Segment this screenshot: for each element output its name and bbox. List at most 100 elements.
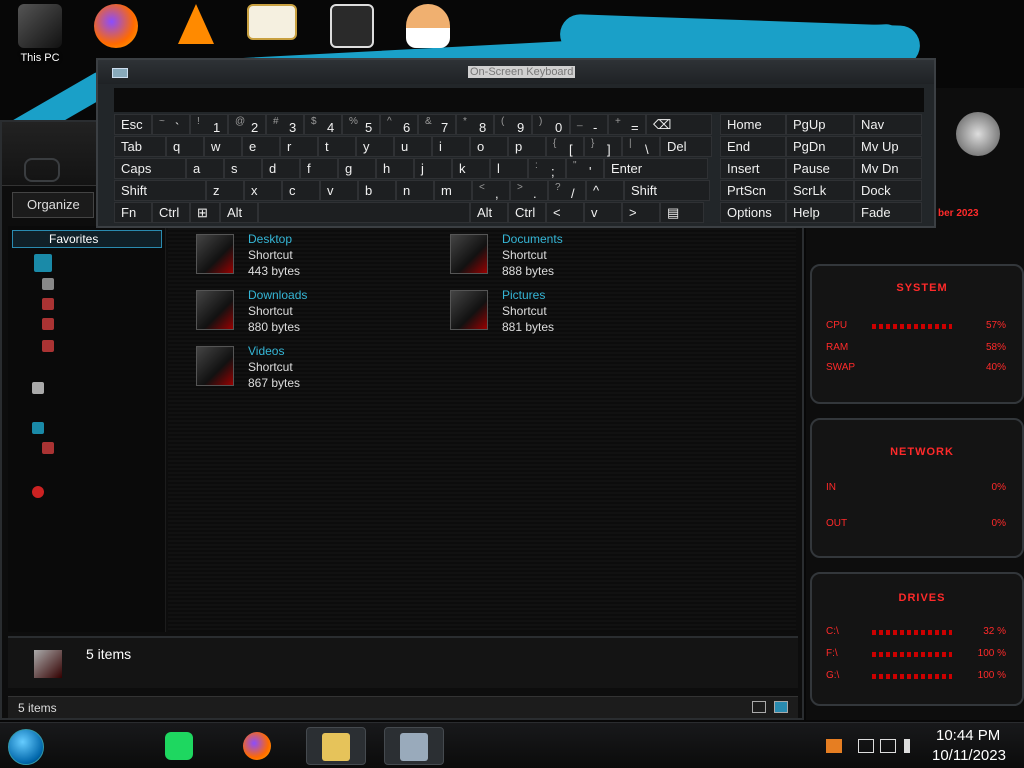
- key-prtscn[interactable]: PrtScn: [720, 180, 786, 201]
- nav-item-icon[interactable]: [34, 254, 52, 272]
- key-mv-up[interactable]: Mv Up: [854, 136, 922, 157]
- key--[interactable]: _ -: [570, 114, 608, 135]
- key-2[interactable]: @2: [228, 114, 266, 135]
- system-gadget[interactable]: SYSTEM CPU 57% RAM 58% SWAP 40%: [810, 264, 1024, 404]
- key-q[interactable]: q: [166, 136, 204, 157]
- key-⊞[interactable]: ⊞: [190, 202, 220, 223]
- nav-item-icon[interactable]: [32, 422, 44, 434]
- key-h[interactable]: h: [376, 158, 414, 179]
- key-pause[interactable]: Pause: [786, 158, 854, 179]
- key-p[interactable]: p: [508, 136, 546, 157]
- key-0[interactable]: ) 0: [532, 114, 570, 135]
- key-[[interactable]: {[: [546, 136, 584, 157]
- key-/[interactable]: ? /: [548, 180, 586, 201]
- desktop-icon-user[interactable]: [398, 4, 458, 48]
- key-fade[interactable]: Fade: [854, 202, 922, 223]
- clock-time[interactable]: 10:44 PM: [936, 727, 1000, 744]
- file-item-downloads[interactable]: Downloads Shortcut 880 bytes: [196, 288, 416, 338]
- nav-item-icon[interactable]: [42, 318, 54, 330]
- key-j[interactable]: j: [414, 158, 452, 179]
- start-button[interactable]: [8, 729, 44, 765]
- key-i[interactable]: i: [432, 136, 470, 157]
- key-Shift[interactable]: Shift: [624, 180, 710, 201]
- key-Ctrl[interactable]: Ctrl: [508, 202, 546, 223]
- key-s[interactable]: s: [224, 158, 262, 179]
- key-dock[interactable]: Dock: [854, 180, 922, 201]
- key-⌫[interactable]: ⌫: [646, 114, 712, 135]
- key-6[interactable]: ^ 6: [380, 114, 418, 135]
- key-k[interactable]: k: [452, 158, 490, 179]
- tray-app-icon[interactable]: [826, 739, 842, 753]
- desktop-icon-vlc[interactable]: [166, 4, 226, 44]
- key-Caps[interactable]: Caps: [114, 158, 186, 179]
- file-item-documents[interactable]: Documents Shortcut 888 bytes: [450, 232, 670, 282]
- desktop-icon-this-pc[interactable]: This PC: [10, 4, 70, 64]
- key-Tab[interactable]: Tab: [114, 136, 166, 157]
- key-g[interactable]: g: [338, 158, 376, 179]
- key-=[interactable]: + =: [608, 114, 646, 135]
- key-w[interactable]: w: [204, 136, 242, 157]
- taskbar-osk[interactable]: [384, 727, 444, 765]
- nav-item-icon[interactable]: [42, 442, 54, 454]
- key-mv-dn[interactable]: Mv Dn: [854, 158, 922, 179]
- key-8[interactable]: * 8: [456, 114, 494, 135]
- key-4[interactable]: $4: [304, 114, 342, 135]
- key-1[interactable]: ! 1: [190, 114, 228, 135]
- key-t[interactable]: t: [318, 136, 356, 157]
- desktop-icon-hxd[interactable]: [242, 4, 302, 40]
- key-options[interactable]: Options: [720, 202, 786, 223]
- key-3[interactable]: #3: [266, 114, 304, 135]
- nav-item-icon[interactable]: [32, 486, 44, 498]
- key-;[interactable]: :;: [528, 158, 566, 179]
- key-home[interactable]: Home: [720, 114, 786, 135]
- key-<[interactable]: <: [546, 202, 584, 223]
- key-Del[interactable]: Del: [660, 136, 712, 157]
- network-icon[interactable]: [880, 739, 896, 753]
- desktop-icon-app[interactable]: [322, 4, 382, 48]
- action-center-flag-icon[interactable]: [858, 739, 874, 753]
- key-5[interactable]: % 5: [342, 114, 380, 135]
- details-view-icon[interactable]: [752, 701, 766, 713]
- drives-gadget[interactable]: DRIVES C:\ 32 % F:\ 100 % G:\ 100 %: [810, 572, 1024, 706]
- nav-item-icon[interactable]: [42, 298, 54, 310]
- key-e[interactable]: e: [242, 136, 280, 157]
- osk-titlebar[interactable]: On-Screen Keyboard: [98, 60, 934, 84]
- key-u[interactable]: u: [394, 136, 432, 157]
- key-end[interactable]: End: [720, 136, 786, 157]
- key-▤[interactable]: ▤: [660, 202, 704, 223]
- key-c[interactable]: c: [282, 180, 320, 201]
- file-item-videos[interactable]: Videos Shortcut 867 bytes: [196, 344, 416, 394]
- key-scrlk[interactable]: ScrLk: [786, 180, 854, 201]
- nav-item-icon[interactable]: [42, 278, 54, 290]
- key-][interactable]: }]: [584, 136, 622, 157]
- taskbar-firefox[interactable]: [228, 727, 288, 765]
- key-'[interactable]: " ': [566, 158, 604, 179]
- key-pgdn[interactable]: PgDn: [786, 136, 854, 157]
- key-r[interactable]: r: [280, 136, 318, 157]
- key->[interactable]: >: [622, 202, 660, 223]
- key-a[interactable]: a: [186, 158, 224, 179]
- key-nav[interactable]: Nav: [854, 114, 922, 135]
- key-Alt[interactable]: Alt: [470, 202, 508, 223]
- key-f[interactable]: f: [300, 158, 338, 179]
- nav-item-icon[interactable]: [42, 340, 54, 352]
- key-l[interactable]: l: [490, 158, 528, 179]
- key-y[interactable]: y: [356, 136, 394, 157]
- key-pgup[interactable]: PgUp: [786, 114, 854, 135]
- key-m[interactable]: m: [434, 180, 472, 201]
- taskbar-spotify[interactable]: [150, 727, 210, 765]
- key-x[interactable]: x: [244, 180, 282, 201]
- key-v[interactable]: v: [584, 202, 622, 223]
- key-help[interactable]: Help: [786, 202, 854, 223]
- key-Alt[interactable]: Alt: [220, 202, 258, 223]
- key-z[interactable]: z: [206, 180, 244, 201]
- key-Esc[interactable]: Esc: [114, 114, 152, 135]
- large-icons-view-icon[interactable]: [774, 701, 788, 713]
- key-v[interactable]: v: [320, 180, 358, 201]
- organize-button[interactable]: Organize ▼: [12, 192, 94, 235]
- key-Shift[interactable]: Shift: [114, 180, 206, 201]
- volume-icon[interactable]: [904, 739, 920, 753]
- key-space[interactable]: [258, 202, 470, 223]
- key-Enter[interactable]: Enter: [604, 158, 708, 179]
- network-gadget[interactable]: NETWORK IN 0% OUT 0%: [810, 418, 1024, 558]
